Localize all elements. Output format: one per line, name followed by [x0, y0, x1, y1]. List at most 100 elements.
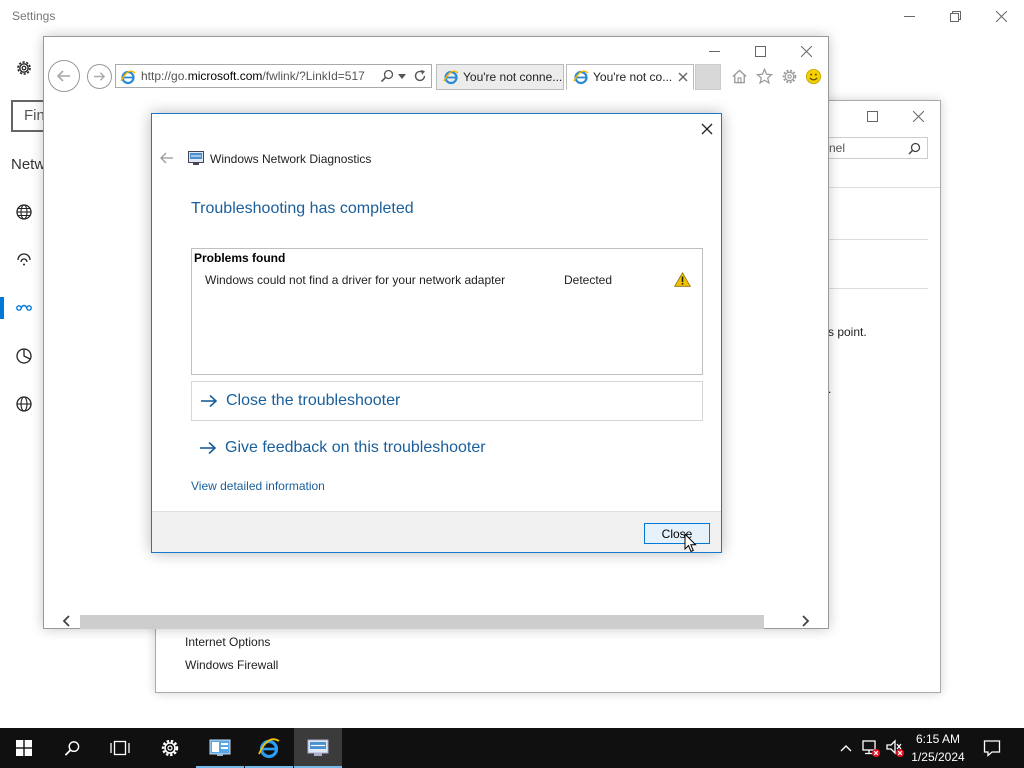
close-icon: [912, 110, 924, 122]
internet-explorer-icon: [258, 738, 280, 759]
close-button[interactable]: Close: [644, 523, 710, 544]
scroll-left-arrow-icon[interactable]: [59, 613, 73, 629]
give-feedback-link[interactable]: Give feedback on this troubleshooter: [191, 428, 703, 468]
tab-close-icon[interactable]: [677, 71, 689, 83]
mouse-pointer-icon: [684, 533, 697, 553]
ie-maximize-button[interactable]: [738, 37, 782, 65]
cp-divider: [828, 239, 928, 240]
refresh-icon[interactable]: [413, 69, 427, 83]
start-button[interactable]: [0, 728, 48, 768]
problem-status: Detected: [564, 273, 613, 287]
cp-partial-text: s point.: [828, 325, 867, 339]
close-icon: [995, 10, 1007, 22]
ie-tab-label: You're not co...: [593, 70, 673, 84]
network-disconnected-icon[interactable]: [861, 738, 881, 758]
ie-horizontal-scrollbar[interactable]: [56, 611, 816, 629]
network-diagnostics-app-icon: [188, 151, 204, 165]
home-icon[interactable]: [729, 66, 749, 86]
dialog-close-x-button[interactable]: [692, 118, 722, 140]
close-icon: [701, 123, 713, 135]
dialog-app-title: Windows Network Diagnostics: [210, 152, 372, 166]
cp-close-button[interactable]: [895, 101, 941, 131]
taskbar-settings-button[interactable]: [146, 728, 194, 768]
ie-minimize-button[interactable]: [692, 37, 736, 65]
problem-description: Windows could not find a driver for your…: [205, 273, 506, 287]
close-troubleshooter-link[interactable]: Close the troubleshooter: [191, 381, 703, 421]
scrollbar-thumb[interactable]: [80, 615, 764, 629]
view-detailed-information-link[interactable]: View detailed information: [191, 479, 325, 493]
ie-forward-button[interactable]: [87, 64, 112, 89]
settings-restore-button[interactable]: [932, 0, 978, 32]
nav-status-globe-network-icon[interactable]: [14, 202, 34, 222]
address-search-icon[interactable]: [380, 69, 394, 83]
ie-page-icon: [443, 70, 459, 85]
taskbar-network-diagnostics-button[interactable]: [294, 728, 342, 768]
scroll-right-arrow-icon[interactable]: [799, 613, 813, 629]
windows-logo-icon: [16, 740, 32, 756]
settings-minimize-button[interactable]: [886, 0, 932, 32]
settings-section-heading: Netw: [11, 156, 46, 173]
arrow-right-icon: [200, 441, 217, 455]
address-dropdown-icon[interactable]: [397, 69, 407, 83]
favorites-star-icon[interactable]: [754, 66, 774, 86]
settings-title: Settings: [12, 9, 56, 23]
task-view-icon: [110, 740, 130, 756]
nav-dialup-icon[interactable]: [14, 250, 34, 270]
taskbar-search-button[interactable]: [48, 728, 96, 768]
problems-found-title: Problems found: [194, 251, 286, 265]
cp-divider: [828, 187, 940, 188]
show-hidden-icons-chevron-up-icon[interactable]: [836, 738, 856, 758]
maximize-icon: [866, 110, 878, 122]
search-icon: [908, 142, 921, 155]
ie-page-icon: [573, 70, 589, 85]
nav-data-usage-icon[interactable]: [14, 346, 34, 366]
close-troubleshooter-label: Close the troubleshooter: [226, 392, 401, 409]
gear-icon: [161, 739, 179, 757]
maximize-icon: [754, 45, 766, 57]
nav-vpn-icon[interactable]: [14, 298, 34, 318]
feedback-smiley-icon[interactable]: [803, 66, 823, 86]
ie-url-text: http://go.microsoft.com/fwlink/?LinkId=5…: [141, 69, 365, 83]
cp-search-text: nel: [829, 141, 846, 155]
settings-home-gear-icon[interactable]: [14, 58, 34, 78]
ie-tab-2-active[interactable]: You're not co...: [566, 64, 694, 90]
taskbar: 6:15 AM 1/25/2024: [0, 728, 1024, 768]
dialog-heading: Troubleshooting has completed: [191, 200, 414, 217]
ie-close-button[interactable]: [784, 37, 828, 65]
close-icon: [800, 45, 812, 57]
ie-new-tab-button[interactable]: [695, 64, 721, 90]
arrow-right-icon: [201, 394, 218, 408]
action-center-notification-icon[interactable]: [982, 738, 1002, 758]
dialog-back-arrow-icon[interactable]: [160, 152, 174, 164]
taskbar-control-panel-button[interactable]: [196, 728, 244, 768]
give-feedback-label: Give feedback on this troubleshooter: [225, 439, 486, 456]
ie-address-bar[interactable]: http://go.microsoft.com/fwlink/?LinkId=5…: [115, 64, 432, 88]
nav-proxy-globe-icon[interactable]: [14, 394, 34, 414]
task-view-button[interactable]: [96, 728, 144, 768]
ie-tab-label: You're not conne...: [463, 70, 563, 84]
ie-page-icon: [120, 70, 136, 85]
cp-search-input[interactable]: nel: [816, 137, 928, 159]
forward-arrow-icon: [93, 72, 106, 81]
ie-back-button[interactable]: [48, 60, 80, 92]
problems-found-box: Problems found Windows could not find a …: [191, 248, 703, 375]
taskbar-clock-time[interactable]: 6:15 AM: [900, 732, 976, 746]
dialog-footer: Close: [152, 511, 721, 552]
taskbar-clock-date[interactable]: 1/25/2024: [900, 750, 976, 764]
warning-icon: [674, 272, 691, 287]
active-nav-indicator: [0, 297, 4, 319]
search-icon: [64, 740, 79, 756]
network-diagnostics-icon: [307, 739, 329, 756]
taskbar-internet-explorer-button[interactable]: [245, 728, 293, 768]
network-diagnostics-dialog: Windows Network Diagnostics Troubleshoot…: [151, 113, 722, 553]
settings-close-button[interactable]: [978, 0, 1024, 32]
minimize-icon: [903, 15, 915, 17]
tools-gear-icon[interactable]: [779, 66, 799, 86]
minimize-icon: [708, 50, 720, 52]
restore-icon: [949, 10, 961, 22]
see-also-internet-options-link[interactable]: Internet Options: [185, 635, 270, 649]
ie-tab-1[interactable]: You're not conne...: [436, 64, 564, 90]
control-panel-icon: [209, 739, 231, 756]
cp-maximize-button[interactable]: [849, 101, 895, 131]
see-also-windows-firewall-link[interactable]: Windows Firewall: [185, 658, 278, 672]
